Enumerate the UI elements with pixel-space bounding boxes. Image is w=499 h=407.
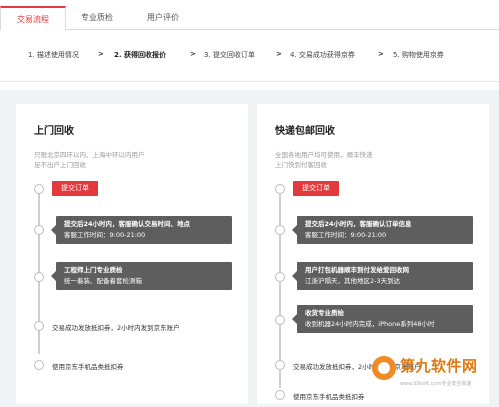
step-text: 使用京东手机品类抵扣券 (293, 393, 365, 401)
tab-professional-inspection[interactable]: 专业质检 (66, 6, 128, 30)
timeline-node (34, 272, 44, 282)
watermark-logo-icon (372, 356, 396, 380)
step-arrow: > (276, 50, 282, 58)
watermark-title: 第九软件网 (400, 357, 478, 375)
step-box: 用户打包机器顺丰到付发给爱回收网 江浙沪隔天，其他地区2-3天到达 (292, 262, 473, 290)
timeline-node (275, 315, 285, 325)
timeline-node (275, 272, 285, 282)
step-3: 3. 提交回收订单 (204, 51, 255, 59)
card-title: 快递包邮回收 (275, 126, 335, 137)
tab-transaction-flow[interactable]: 交易流程 (0, 6, 66, 31)
step-box: 提交后24小时内，客服确认订单信息 客服工作时间：9:00-21:00 (292, 216, 473, 244)
timeline-node (34, 321, 44, 331)
tab-user-reviews[interactable]: 用户评价 (128, 6, 198, 30)
step-2: 2. 获得回收报价 (114, 51, 166, 59)
timeline-node (275, 390, 285, 400)
card-description: 只限北京四环以内、上海中环以内用户 足不出户上门回收 (34, 151, 145, 169)
step-1: 1. 描述使用情况 (28, 51, 79, 59)
step-box: 收货专业质检 收到机器24小时内完成，iPhone系列48小时 (292, 305, 473, 333)
timeline-node (34, 225, 44, 235)
submit-order-button[interactable]: 提交订单 (293, 181, 339, 196)
step-4: 4. 交易成功获得京券 (290, 51, 355, 59)
timeline-node (275, 184, 285, 194)
watermark-subtitle: www.d9soft.com专业安全高速 (400, 381, 472, 387)
step-text: 使用京东手机品类抵扣券 (52, 363, 124, 371)
tab-bar: 交易流程 专业质检 用户评价 (0, 0, 499, 31)
timeline-node (34, 360, 44, 370)
step-arrow: > (190, 50, 196, 58)
card-title: 上门回收 (34, 126, 74, 137)
site-watermark: 第九软件网 www.d9soft.com专业安全高速 (372, 350, 496, 404)
step-text: 交易成功发放抵扣券，2小时内发到京东账户 (52, 324, 180, 332)
timeline-node (34, 184, 44, 194)
step-box: 工程师上门专业质检 统一着装、配备着套检测箱 (51, 262, 232, 290)
card-description: 全国各地用户均可使用，顺丰快递 上门快到付客回收 (275, 151, 373, 169)
submit-order-button[interactable]: 提交订单 (52, 181, 98, 196)
step-arrow: > (98, 50, 104, 58)
process-steps: 1. 描述使用情况 > 2. 获得回收报价 > 3. 提交回收订单 > 4. 交… (0, 30, 499, 82)
timeline-node (275, 225, 285, 235)
timeline-line (279, 192, 281, 388)
step-box: 提交后24小时内，客服确认交易时间、地点 客服工作时间：9:00-21:00 (51, 216, 232, 244)
step-arrow: > (378, 50, 384, 58)
door-to-door-card: 上门回收 只限北京四环以内、上海中环以内用户 足不出户上门回收 提交订单 提交后… (16, 104, 248, 404)
timeline-node (275, 360, 285, 370)
step-5: 5. 购物使用京券 (393, 51, 444, 59)
